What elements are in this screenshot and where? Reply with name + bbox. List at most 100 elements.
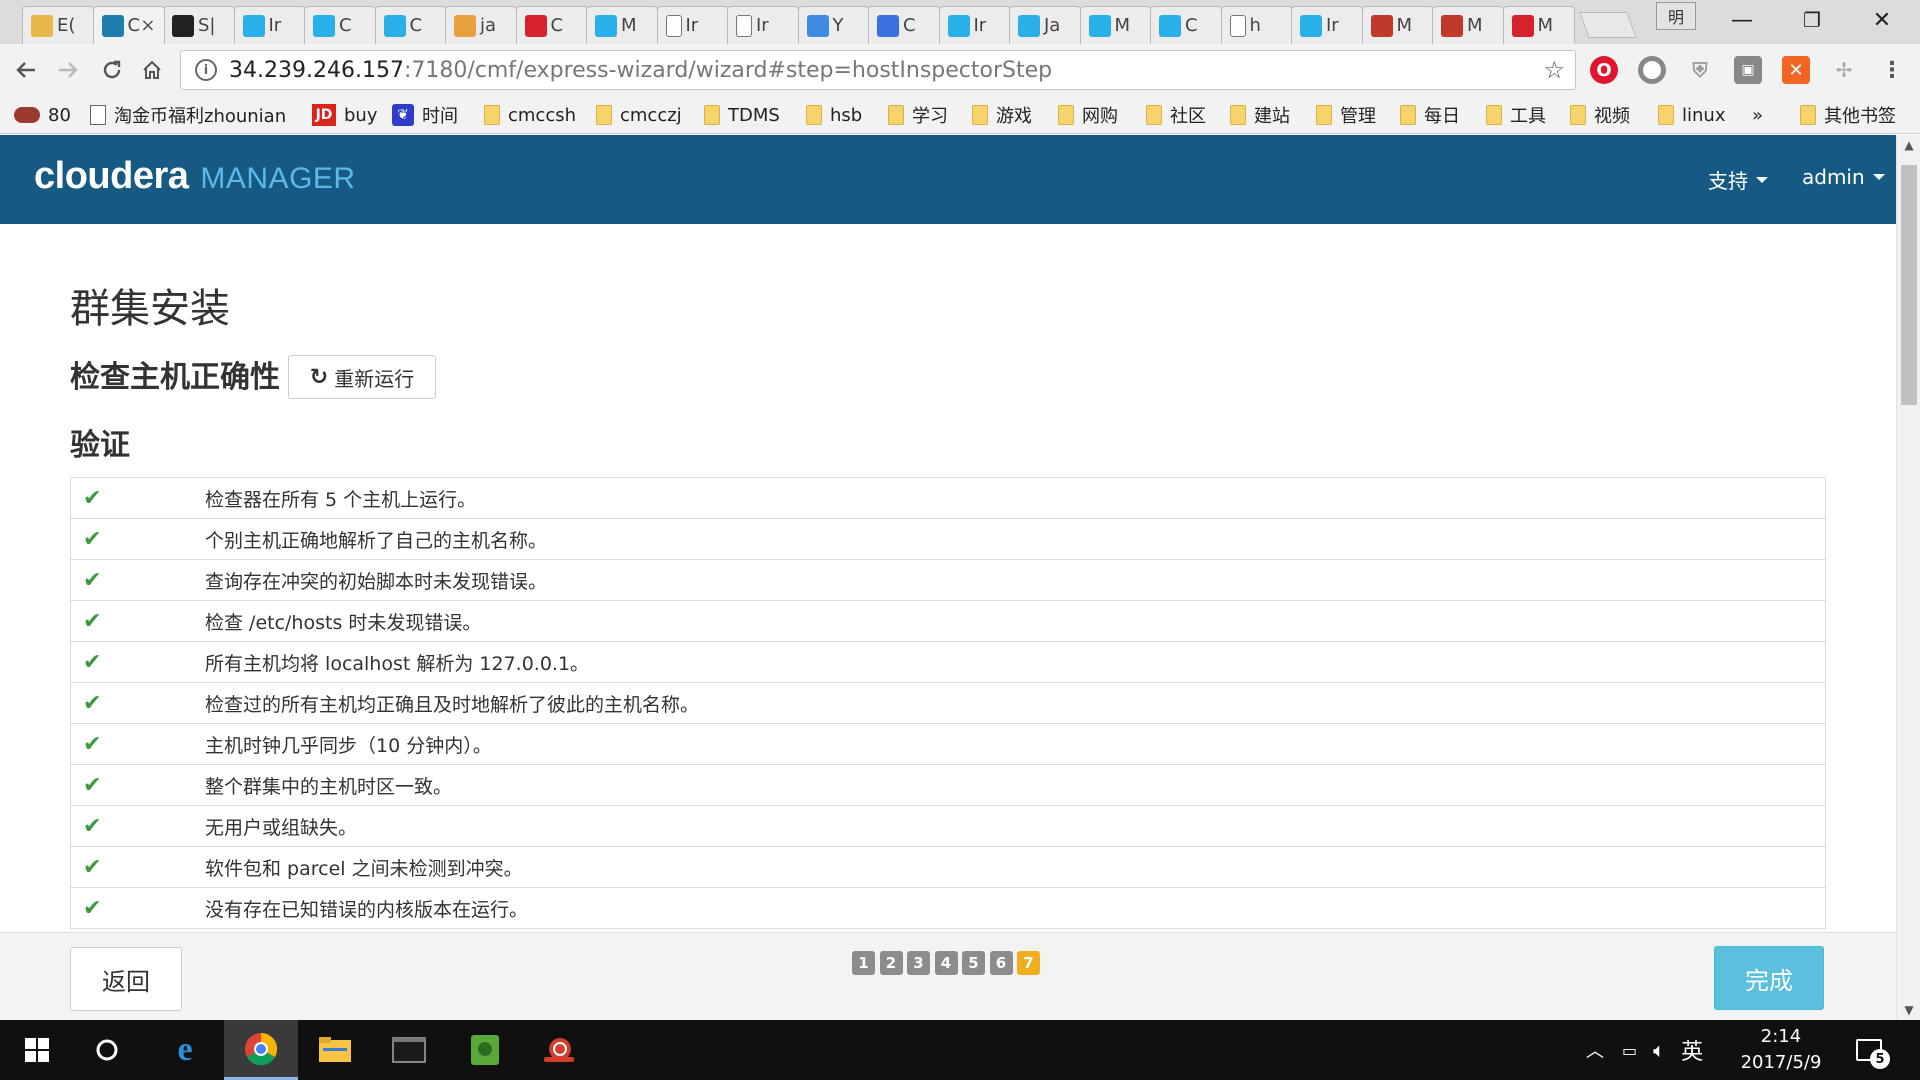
taskbar-clock[interactable]: 2:14 2017/5/9 bbox=[1726, 1024, 1836, 1076]
browser-tab[interactable]: Y bbox=[797, 6, 870, 44]
wizard-step-3[interactable]: 3 bbox=[907, 951, 930, 975]
opera-extension-icon[interactable]: O bbox=[1590, 56, 1618, 84]
bookmark-item[interactable]: cmccsh bbox=[484, 102, 576, 128]
wizard-step-7[interactable]: 7 bbox=[1017, 951, 1040, 975]
checkmark-icon: ✔ bbox=[83, 895, 102, 921]
cloudera-manager-logo[interactable]: cloudera MANAGER bbox=[34, 155, 356, 198]
back-button[interactable]: 返回 bbox=[70, 947, 182, 1011]
square-extension-icon[interactable]: ▣ bbox=[1734, 56, 1762, 84]
bookmark-item[interactable]: hsb bbox=[806, 102, 862, 128]
close-tab-icon[interactable]: × bbox=[140, 15, 155, 36]
bookmark-item[interactable]: ❦ 时间 bbox=[392, 102, 458, 128]
bookmark-item[interactable]: linux bbox=[1658, 102, 1725, 128]
bookmark-star-icon[interactable]: ☆ bbox=[1543, 56, 1565, 84]
wizard-step-2[interactable]: 2 bbox=[879, 951, 903, 975]
page-scrollbar[interactable]: ▲ ▼ bbox=[1896, 135, 1920, 1020]
taskbar-terminal[interactable] bbox=[372, 1020, 446, 1080]
wizard-step-5[interactable]: 5 bbox=[962, 951, 985, 975]
profile-button[interactable]: 明 bbox=[1656, 2, 1696, 30]
wizard-step-6[interactable]: 6 bbox=[989, 951, 1013, 975]
taskbar-file-explorer[interactable] bbox=[298, 1020, 372, 1080]
browser-tab[interactable]: Ir bbox=[656, 6, 729, 44]
bookmark-item[interactable]: 网购 bbox=[1058, 102, 1118, 128]
ime-indicator[interactable]: 英 bbox=[1681, 1034, 1703, 1066]
browser-tab[interactable]: Ja bbox=[1009, 6, 1081, 44]
browser-tab[interactable]: Ir bbox=[727, 6, 799, 44]
menu-kebab-icon[interactable]: ⋮ bbox=[1878, 56, 1906, 84]
finish-button[interactable]: 完成 bbox=[1714, 946, 1824, 1010]
browser-tab[interactable]: M bbox=[586, 6, 658, 44]
browser-tab[interactable]: Ir bbox=[938, 6, 1011, 44]
shield-extension-icon[interactable]: ⛨ bbox=[1686, 56, 1714, 84]
battery-icon[interactable]: ▭ bbox=[1622, 1041, 1637, 1060]
scroll-down-arrow-icon[interactable]: ▼ bbox=[1897, 1000, 1920, 1020]
circle-extension-icon[interactable] bbox=[1638, 56, 1666, 84]
bookmark-item[interactable]: JD buy bbox=[312, 102, 378, 128]
browser-tab[interactable]: M bbox=[1502, 6, 1575, 44]
bookmark-item[interactable]: 建站 bbox=[1230, 102, 1290, 128]
bookmark-item[interactable]: 学习 bbox=[888, 102, 948, 128]
chevron-up-icon[interactable]: ︿ bbox=[1586, 1037, 1604, 1063]
cortana-button[interactable] bbox=[70, 1020, 144, 1080]
browser-tab[interactable]: Ir bbox=[233, 6, 306, 44]
browser-tab[interactable]: S| bbox=[163, 6, 235, 44]
folder-icon bbox=[1800, 105, 1816, 125]
user-menu[interactable]: admin bbox=[1802, 165, 1885, 189]
new-tab-button[interactable] bbox=[1579, 12, 1637, 38]
browser-tab[interactable]: C bbox=[868, 6, 940, 44]
browser-tab[interactable]: C bbox=[374, 6, 447, 44]
bookmark-item[interactable]: cmcczj bbox=[596, 102, 682, 128]
taskbar-edge[interactable]: e bbox=[148, 1020, 222, 1080]
browser-tab[interactable]: E( bbox=[22, 6, 94, 44]
bookmark-item[interactable]: 社区 bbox=[1146, 102, 1206, 128]
bookmark-item[interactable]: 管理 bbox=[1316, 102, 1376, 128]
browser-tab[interactable]: C bbox=[1150, 6, 1222, 44]
tab-label: S| bbox=[198, 15, 216, 36]
browser-tab[interactable]: C bbox=[304, 6, 376, 44]
wizard-step-1[interactable]: 1 bbox=[852, 951, 875, 975]
browser-tab[interactable]: C bbox=[515, 6, 588, 44]
taskbar-chrome[interactable] bbox=[224, 1020, 298, 1080]
volume-icon[interactable]: 🔈︎ bbox=[1653, 1038, 1665, 1062]
bookmark-item[interactable]: 游戏 bbox=[972, 102, 1032, 128]
bookmark-item[interactable]: 淘金币福利zhounian bbox=[90, 102, 286, 128]
restore-icon: ❐ bbox=[1803, 8, 1821, 32]
restore-button[interactable]: ❐ bbox=[1778, 0, 1846, 40]
browser-tab[interactable]: M bbox=[1361, 6, 1434, 44]
browser-tab[interactable]: M bbox=[1079, 6, 1152, 44]
taskbar-app-snail[interactable] bbox=[522, 1020, 596, 1080]
browser-tab[interactable]: ja bbox=[445, 6, 517, 44]
forward-nav-button[interactable] bbox=[50, 52, 86, 88]
scroll-up-arrow-icon[interactable]: ▲ bbox=[1897, 135, 1920, 155]
scrollbar-thumb[interactable] bbox=[1901, 165, 1917, 405]
bookmark-label: buy bbox=[344, 104, 378, 126]
reload-button[interactable] bbox=[94, 52, 130, 88]
address-bar[interactable]: i 34.239.246.157 :7180/cmf/express-wizar… bbox=[180, 50, 1576, 90]
start-button[interactable] bbox=[0, 1020, 74, 1080]
tab-label: M bbox=[621, 15, 637, 36]
cloudera-c-icon bbox=[595, 14, 617, 37]
bookmark-item[interactable]: 每日 bbox=[1400, 102, 1460, 128]
back-nav-button[interactable] bbox=[8, 52, 44, 88]
home-button[interactable] bbox=[134, 52, 170, 88]
taskbar-evernote[interactable] bbox=[448, 1020, 522, 1080]
bookmark-item[interactable]: 视频 bbox=[1570, 102, 1630, 128]
browser-tab[interactable]: h bbox=[1220, 6, 1293, 44]
browser-tab[interactable]: C × bbox=[92, 6, 165, 44]
x-extension-icon[interactable]: ✕ bbox=[1782, 56, 1810, 84]
minimize-button[interactable]: — bbox=[1708, 0, 1776, 40]
bookmark-item[interactable]: TDMS bbox=[704, 102, 780, 128]
support-menu[interactable]: 支持 bbox=[1708, 165, 1768, 194]
bookmarks-overflow-button[interactable]: » bbox=[1752, 102, 1763, 128]
browser-tab[interactable]: M bbox=[1432, 6, 1504, 44]
fan-extension-icon[interactable]: ✢ bbox=[1830, 56, 1858, 84]
other-bookmarks[interactable]: 其他书签 bbox=[1800, 102, 1896, 128]
bookmark-item[interactable]: 工具 bbox=[1486, 102, 1546, 128]
rerun-button[interactable]: ↻ 重新运行 bbox=[288, 355, 436, 399]
bookmark-item[interactable]: 80 bbox=[14, 102, 71, 128]
wizard-step-4[interactable]: 4 bbox=[934, 951, 958, 975]
close-window-button[interactable]: ✕ bbox=[1848, 0, 1916, 40]
browser-tab[interactable]: Ir bbox=[1291, 6, 1363, 44]
action-center-button[interactable]: 5 bbox=[1856, 1020, 1890, 1080]
info-icon[interactable]: i bbox=[195, 59, 217, 81]
